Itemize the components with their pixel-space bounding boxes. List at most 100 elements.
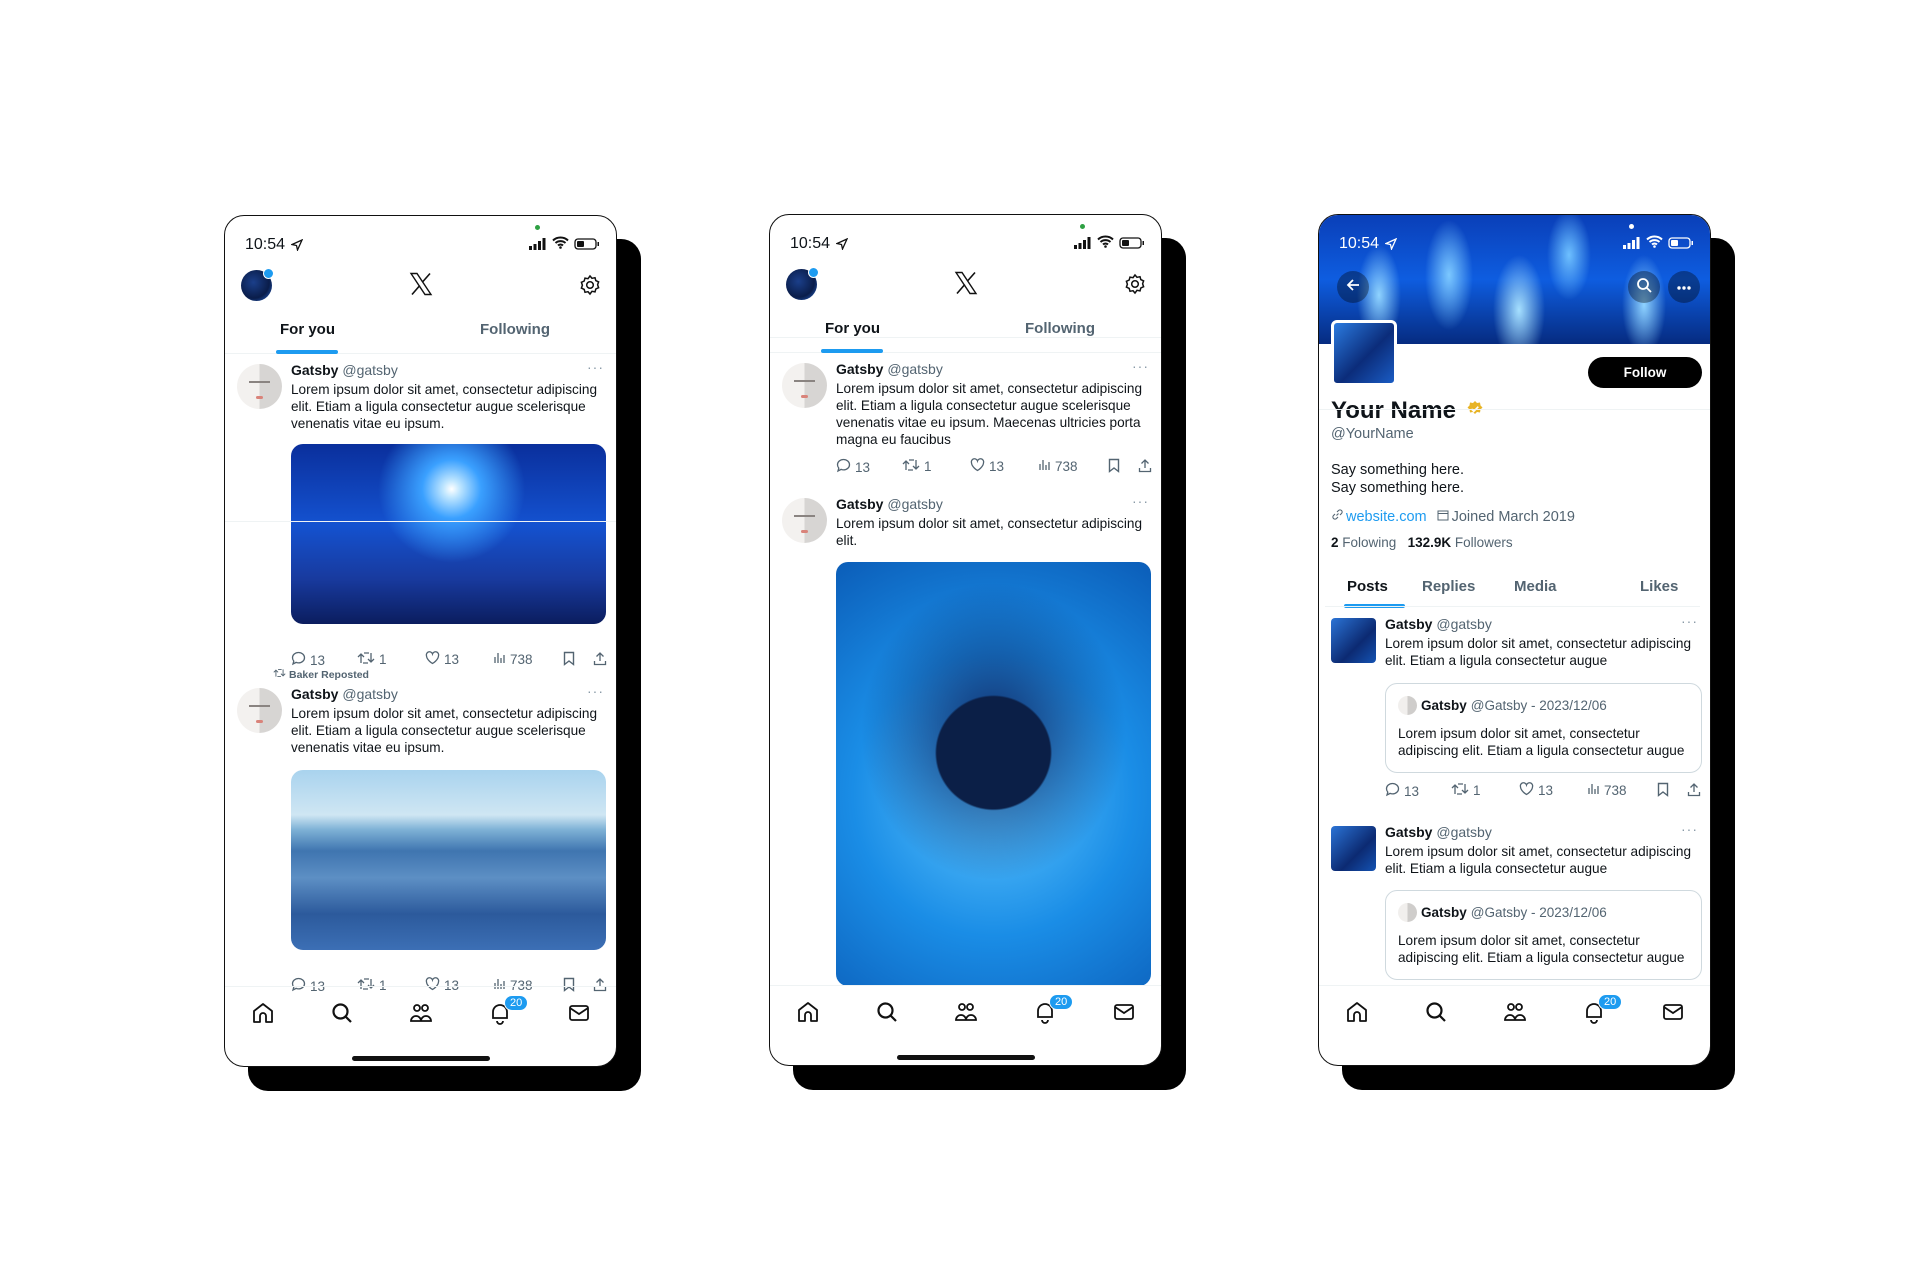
more-options-button[interactable]: ···: [1132, 358, 1149, 374]
notification-badge: 20: [504, 995, 529, 1011]
nav-messages[interactable]: [1661, 1000, 1685, 1029]
nav-communities[interactable]: [954, 1000, 978, 1029]
tab-media[interactable]: Media: [1514, 578, 1557, 595]
battery-icon: [1668, 236, 1694, 254]
profile-avatar-button[interactable]: [241, 268, 274, 301]
more-options-button[interactable]: ···: [1132, 493, 1149, 509]
repost-button[interactable]: 1: [902, 458, 932, 475]
bookmark-button[interactable]: [1108, 458, 1120, 476]
nav-home[interactable]: [251, 1001, 275, 1030]
search-icon: [875, 1002, 899, 1028]
website-link[interactable]: website.com: [1346, 509, 1427, 525]
more-options-button[interactable]: ···: [1681, 821, 1698, 837]
tweet-avatar[interactable]: [237, 688, 282, 733]
more-options-button[interactable]: ···: [587, 359, 604, 375]
repost-count: 1: [1473, 783, 1481, 798]
divider: [225, 521, 616, 522]
gear-icon[interactable]: [1124, 273, 1146, 300]
share-button[interactable]: [593, 651, 607, 669]
repost-button[interactable]: 1: [357, 651, 387, 668]
like-button[interactable]: 13: [1519, 782, 1553, 799]
author-handle: @gatsby: [342, 686, 398, 702]
back-button[interactable]: [1337, 271, 1369, 303]
nav-search[interactable]: [1424, 1000, 1448, 1029]
more-button[interactable]: [1668, 271, 1700, 303]
nav-messages[interactable]: [567, 1001, 591, 1030]
nav-notifications[interactable]: 20: [1582, 994, 1623, 1029]
tab-likes[interactable]: Likes: [1640, 578, 1678, 595]
nav-search[interactable]: [875, 1000, 899, 1029]
quoted-tweet[interactable]: Gatsby @Gatsby - 2023/12/06 Lorem ipsum d…: [1385, 890, 1702, 980]
repost-count: 1: [379, 652, 387, 667]
tweet-avatar[interactable]: [237, 364, 282, 409]
reply-icon: [1385, 782, 1400, 800]
bell-icon: [488, 1004, 512, 1029]
tab-for-you[interactable]: For you: [280, 321, 335, 338]
nav-home[interactable]: [796, 1000, 820, 1029]
nav-communities[interactable]: [1503, 1000, 1527, 1029]
share-button[interactable]: [1138, 458, 1152, 476]
tweet-avatar[interactable]: [782, 498, 827, 543]
views-button[interactable]: 738: [1587, 782, 1627, 798]
views-button[interactable]: 738: [493, 651, 533, 667]
tweet-avatar[interactable]: [782, 363, 827, 408]
profile-avatar[interactable]: [1331, 320, 1397, 386]
following-count: 2: [1331, 535, 1339, 550]
like-button[interactable]: 13: [425, 651, 459, 668]
repost-button[interactable]: 1: [1451, 782, 1481, 799]
tweet-image[interactable]: [291, 444, 606, 624]
like-count: 13: [1538, 783, 1554, 798]
tab-for-you[interactable]: For you: [825, 320, 880, 337]
bookmark-button[interactable]: [1657, 782, 1669, 800]
profile-bio: Say something here. Say something here.: [1331, 461, 1464, 497]
reply-button[interactable]: 13: [836, 458, 870, 476]
search-button[interactable]: [1628, 271, 1660, 303]
battery-icon: [1119, 236, 1145, 254]
follow-button[interactable]: Follow: [1588, 357, 1702, 388]
reply-button[interactable]: 13: [1385, 782, 1419, 800]
nav-notifications[interactable]: 20: [488, 995, 529, 1030]
author-name: Gatsby: [1385, 824, 1433, 840]
mail-icon: [1112, 1004, 1136, 1028]
home-indicator[interactable]: [352, 1056, 490, 1061]
tab-following[interactable]: Following: [1025, 320, 1095, 337]
home-icon: [796, 1002, 820, 1028]
mail-icon: [1661, 1004, 1685, 1028]
nav-search[interactable]: [330, 1001, 354, 1030]
following-link[interactable]: 2 Folowing: [1331, 535, 1396, 550]
like-button[interactable]: 13: [970, 458, 1004, 475]
bookmark-button[interactable]: [563, 651, 575, 669]
communities-icon: [1503, 1003, 1527, 1028]
tweet-avatar[interactable]: [1331, 618, 1376, 663]
tab-posts[interactable]: Posts: [1347, 578, 1388, 595]
home-indicator[interactable]: [897, 1055, 1035, 1060]
bottom-nav: 20: [770, 985, 1161, 1035]
share-button[interactable]: [1687, 782, 1701, 800]
views-chart-icon: [1587, 782, 1600, 798]
tweet-image[interactable]: [836, 562, 1151, 986]
notification-badge: 20: [1598, 994, 1623, 1010]
nav-home[interactable]: [1345, 1000, 1369, 1029]
views-button[interactable]: 738: [1038, 458, 1078, 474]
reply-button[interactable]: 13: [291, 651, 325, 669]
quoted-tweet[interactable]: Gatsby @Gatsby - 2023/12/06 Lorem ipsum d…: [1385, 683, 1702, 773]
status-time: 10:54: [790, 235, 831, 252]
profile-tabs: Posts Replies Media Likes: [1319, 571, 1710, 608]
heart-icon: [1519, 782, 1534, 799]
more-options-button[interactable]: ···: [587, 683, 604, 699]
active-tab-indicator: [276, 350, 338, 354]
followers-link[interactable]: 132.9K Followers: [1408, 535, 1513, 550]
tweet-image[interactable]: [291, 770, 606, 950]
nav-messages[interactable]: [1112, 1000, 1136, 1029]
reply-icon: [291, 651, 306, 669]
nav-notifications[interactable]: 20: [1033, 994, 1074, 1029]
tab-following[interactable]: Following: [480, 321, 550, 338]
more-options-button[interactable]: ···: [1681, 613, 1698, 629]
profile-avatar-button[interactable]: [786, 267, 819, 300]
tab-replies[interactable]: Replies: [1422, 578, 1475, 595]
nav-communities[interactable]: [409, 1001, 433, 1030]
gear-icon[interactable]: [579, 274, 601, 301]
tweet-avatar[interactable]: [1331, 826, 1376, 871]
view-count: 738: [1055, 458, 1078, 474]
like-count: 13: [989, 459, 1005, 474]
